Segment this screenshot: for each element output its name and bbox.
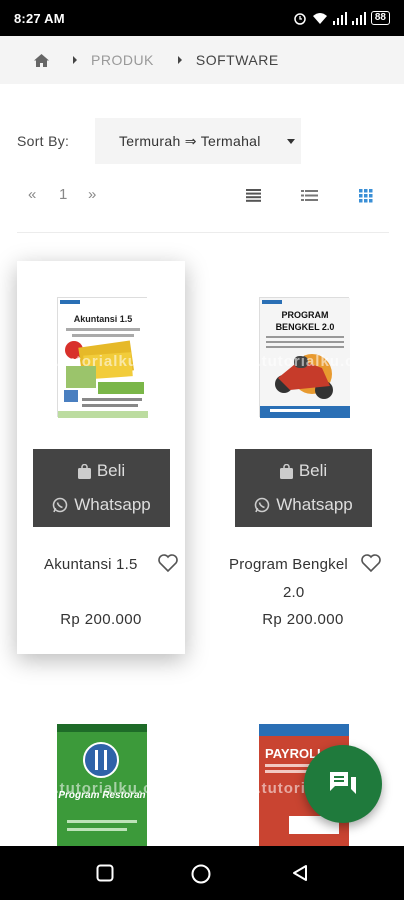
- sort-label: Sort By:: [17, 133, 70, 149]
- whatsapp-button[interactable]: Whatsapp: [33, 495, 170, 515]
- buy-block: Beli Whatsapp: [33, 449, 170, 527]
- breadcrumb-separator: [73, 56, 77, 64]
- back-icon[interactable]: [291, 864, 309, 882]
- product-name[interactable]: Program Bengkel: [229, 551, 348, 579]
- chat-fab-button[interactable]: [304, 745, 382, 823]
- chevron-down-icon: [287, 139, 295, 144]
- heart-icon[interactable]: [157, 553, 179, 573]
- alarm-icon: [294, 13, 306, 25]
- shopping-bag-icon: [77, 463, 91, 479]
- pagination-prev[interactable]: «: [28, 186, 36, 203]
- home-circle-icon[interactable]: [191, 864, 211, 884]
- home-icon[interactable]: [34, 53, 49, 67]
- beli-label: Beli: [96, 461, 126, 480]
- product-card-restoran[interactable]: Program Restoran www.tutorialku.com: [17, 724, 185, 846]
- breadcrumb-produk[interactable]: PRODUK: [91, 52, 154, 68]
- heart-icon[interactable]: [360, 553, 382, 573]
- status-time: 8:27 AM: [14, 10, 65, 26]
- product-name-line2[interactable]: 2.0: [283, 579, 304, 607]
- pagination: « 1 »: [0, 186, 404, 208]
- breadcrumb: PRODUK SOFTWARE: [0, 36, 404, 84]
- shopping-bag-icon: [279, 463, 293, 479]
- product-card-akuntansi[interactable]: Akuntansi 1.5 www.tutorialku.com Beli Wh…: [17, 261, 185, 654]
- product-name[interactable]: Akuntansi 1.5: [44, 551, 138, 579]
- pagination-next[interactable]: »: [88, 186, 96, 203]
- whatsapp-icon: [52, 497, 68, 513]
- whatsapp-button[interactable]: Whatsapp: [235, 495, 372, 515]
- chat-icon: [330, 772, 356, 794]
- pagination-current[interactable]: 1: [59, 186, 67, 203]
- system-nav-bar: [0, 846, 404, 900]
- divider: [17, 232, 389, 233]
- whatsapp-label: Whatsapp: [74, 495, 151, 514]
- recent-apps-icon[interactable]: [96, 864, 114, 882]
- beli-button[interactable]: Beli: [33, 461, 170, 481]
- battery-icon: 88: [370, 11, 390, 25]
- buy-block: Beli Whatsapp: [235, 449, 372, 527]
- whatsapp-icon: [254, 497, 270, 513]
- watermark-text: www.tutorialku.com: [17, 780, 177, 797]
- product-price: Rp 200.000: [60, 611, 142, 628]
- product-card-bengkel[interactable]: PROGRAM BENGKEL 2.0 www.tutorialku.com B…: [219, 261, 387, 654]
- status-bar: 8:27 AM 88: [0, 0, 404, 36]
- svg-text:PROGRAM: PROGRAM: [282, 310, 329, 320]
- beli-button[interactable]: Beli: [235, 461, 372, 481]
- sort-select[interactable]: Termurah ⇒ Termahal: [95, 118, 301, 164]
- product-price: Rp 200.000: [262, 611, 344, 628]
- breadcrumb-software: SOFTWARE: [195, 52, 279, 68]
- grid-view-icon[interactable]: [359, 189, 373, 203]
- list-view-icon[interactable]: [246, 189, 261, 202]
- watermark-text: www.tutorialku.com: [219, 353, 379, 370]
- sort-selected-value: Termurah ⇒ Termahal: [119, 132, 261, 149]
- whatsapp-label: Whatsapp: [276, 495, 353, 514]
- beli-label: Beli: [298, 461, 328, 480]
- sort-row: Sort By: Termurah ⇒ Termahal: [0, 118, 404, 164]
- status-icons: 88: [293, 11, 390, 25]
- svg-text:BENGKEL 2.0: BENGKEL 2.0: [276, 322, 335, 332]
- signal-icon: [351, 11, 366, 25]
- signal-icon: [332, 11, 347, 25]
- wifi-icon: [312, 12, 327, 24]
- compact-list-icon[interactable]: [301, 189, 318, 202]
- watermark-text: www.tutorialku.com: [17, 353, 177, 370]
- breadcrumb-separator: [177, 56, 182, 64]
- cover-title: Akuntansi 1.5: [74, 314, 133, 324]
